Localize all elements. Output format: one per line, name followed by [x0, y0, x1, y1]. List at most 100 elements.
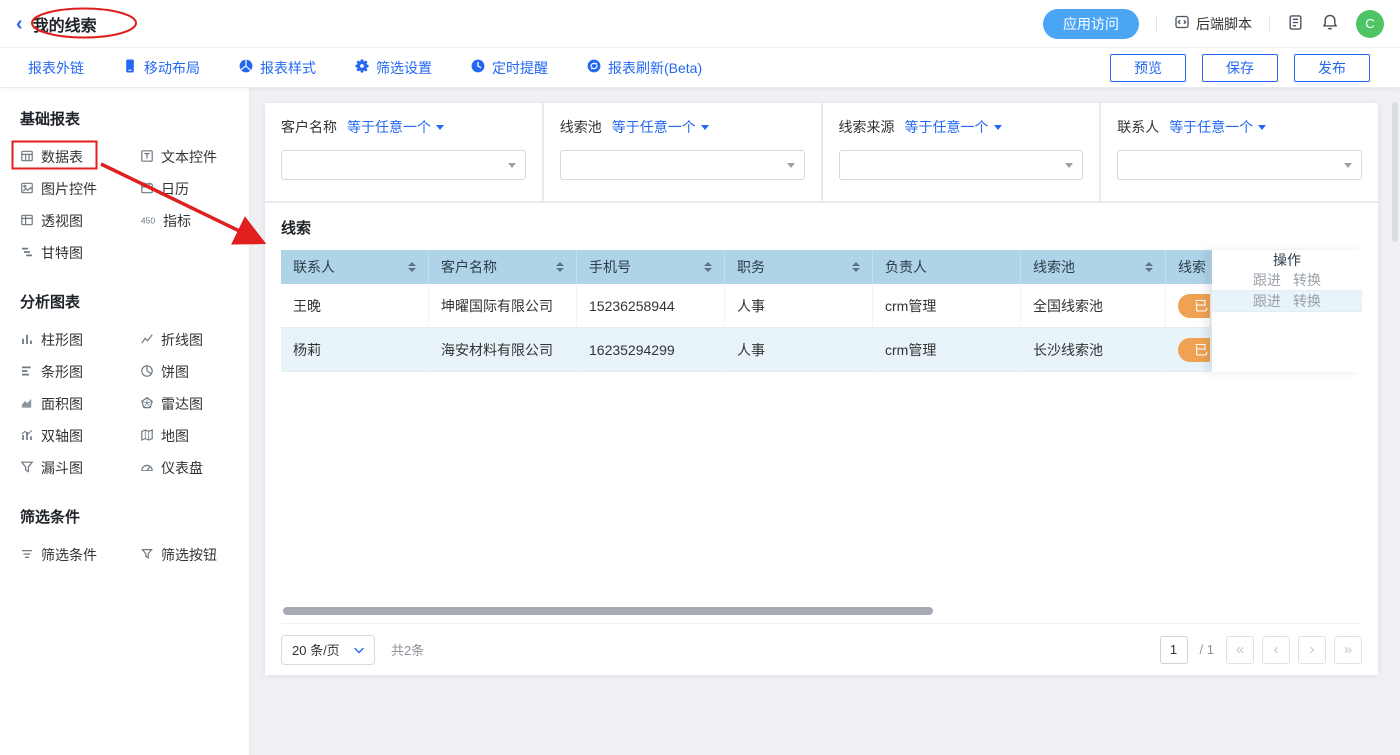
publish-button[interactable]: 发布	[1294, 54, 1370, 82]
toolbar-item-report-refresh[interactable]: 报表刷新(Beta)	[586, 58, 702, 78]
sidebar-section-analysis: 分析图表 柱形图 折线图 条形图 饼图	[20, 291, 249, 484]
filter-widget-lead-source[interactable]: 线索来源 等于任意一个	[823, 103, 1100, 201]
sidebar-item-pivot[interactable]: 透视图	[20, 205, 140, 237]
sidebar-item-label: 图片控件	[41, 179, 97, 199]
toolbar-item-timed-reminder[interactable]: 定时提醒	[470, 58, 548, 78]
page-size-select[interactable]: 20 条/页	[281, 635, 375, 665]
sidebar-item-label: 筛选按钮	[161, 545, 217, 565]
sidebar-item-area-chart[interactable]: 面积图	[20, 388, 140, 420]
notifications-button[interactable]	[1321, 13, 1339, 34]
sidebar-item-map[interactable]: 地图	[140, 420, 246, 452]
column-label: 线索池	[1033, 257, 1075, 277]
sidebar-item-label: 条形图	[41, 362, 83, 382]
column-header-phone[interactable]: 手机号	[577, 250, 725, 284]
page-input[interactable]: 1	[1160, 636, 1188, 664]
sort-icon[interactable]	[408, 262, 416, 272]
cell-actions: 跟进 转换	[1212, 270, 1362, 291]
sidebar-item-data-table[interactable]: 数据表	[20, 141, 140, 173]
avatar[interactable]: C	[1356, 10, 1384, 38]
sidebar-item-hbar-chart[interactable]: 条形图	[20, 356, 140, 388]
column-header-lead-pool[interactable]: 线索池	[1021, 250, 1166, 284]
column-header-customer[interactable]: 客户名称	[429, 250, 577, 284]
dual-axis-icon	[20, 428, 34, 445]
sidebar-item-funnel-chart[interactable]: 漏斗图	[20, 452, 140, 484]
app-access-button[interactable]: 应用访问	[1043, 9, 1139, 39]
sidebar-item-calendar[interactable]: 日历	[140, 173, 246, 205]
filter-value-select[interactable]	[1117, 150, 1362, 180]
sidebar-item-label: 筛选条件	[41, 545, 97, 565]
filter-condition-dropdown[interactable]: 等于任意一个	[905, 117, 1002, 137]
column-header-job-title[interactable]: 职务	[725, 250, 873, 284]
sidebar-item-line-chart[interactable]: 折线图	[140, 324, 246, 356]
filter-lines-icon	[20, 547, 34, 564]
preview-button[interactable]: 预览	[1110, 54, 1186, 82]
sidebar-item-filter-condition[interactable]: 筛选条件	[20, 539, 140, 571]
filter-funnel-icon	[140, 547, 154, 564]
column-label: 联系人	[293, 257, 335, 277]
filter-widget-lead-pool[interactable]: 线索池 等于任意一个	[544, 103, 821, 201]
leads-table-widget: 线索 联系人 客户名称	[265, 203, 1378, 675]
column-label: 负责人	[885, 257, 927, 277]
sidebar-item-gantt[interactable]: 甘特图	[20, 237, 140, 269]
sidebar-item-pie-chart[interactable]: 饼图	[140, 356, 246, 388]
table-row[interactable]: 王晚 坤曜国际有限公司 15236258944 人事 crm管理 全国线索池 已	[281, 284, 1212, 328]
status-badge: 已	[1178, 338, 1211, 362]
column-header-owner[interactable]: 负责人	[873, 250, 1021, 284]
filter-value-select[interactable]	[839, 150, 1084, 180]
follow-up-link[interactable]: 跟进	[1253, 270, 1281, 290]
column-header-contact[interactable]: 联系人	[281, 250, 429, 284]
backend-script-button[interactable]: 后端脚本	[1174, 14, 1252, 34]
column-label: 职务	[737, 257, 765, 277]
sidebar-item-label: 文本控件	[161, 147, 217, 167]
fixed-actions-column: 操作 跟进 转换 跟进 转换	[1212, 250, 1362, 372]
filter-condition-dropdown[interactable]: 等于任意一个	[612, 117, 709, 137]
next-page-button[interactable]: ›	[1298, 636, 1326, 664]
sidebar-item-image-widget[interactable]: 图片控件	[20, 173, 140, 205]
sidebar-item-label: 雷达图	[161, 394, 203, 414]
sidebar-item-filter-button[interactable]: 筛选按钮	[140, 539, 246, 571]
sort-icon[interactable]	[852, 262, 860, 272]
last-page-button[interactable]: »	[1334, 636, 1362, 664]
section-title: 基础报表	[20, 108, 249, 129]
sort-icon[interactable]	[704, 262, 712, 272]
cell-lead-status: 已	[1166, 284, 1211, 328]
sort-icon[interactable]	[556, 262, 564, 272]
sidebar-item-radar-chart[interactable]: 雷达图	[140, 388, 246, 420]
table-row[interactable]: 杨莉 海安材料有限公司 16235294299 人事 crm管理 长沙线索池 已	[281, 328, 1212, 372]
toolbar-item-mobile-layout[interactable]: 移动布局	[122, 58, 200, 78]
filter-condition-label: 等于任意一个	[347, 117, 431, 137]
filter-condition-dropdown[interactable]: 等于任意一个	[347, 117, 444, 137]
horizontal-scrollbar[interactable]	[283, 607, 933, 615]
filter-value-select[interactable]	[560, 150, 805, 180]
text-icon	[140, 149, 154, 166]
filter-widget-contact[interactable]: 联系人 等于任意一个	[1101, 103, 1378, 201]
funnel-icon	[20, 460, 34, 477]
sidebar-item-metric[interactable]: 450 指标	[140, 205, 246, 237]
column-header-lead-status[interactable]: 线索	[1166, 250, 1211, 284]
save-button[interactable]: 保存	[1202, 54, 1278, 82]
back-button[interactable]: ‹	[16, 14, 23, 34]
filter-widget-customer-name[interactable]: 客户名称 等于任意一个	[265, 103, 542, 201]
sidebar-item-label: 透视图	[41, 211, 83, 231]
sidebar-item-text-widget[interactable]: 文本控件	[140, 141, 246, 173]
prev-page-button[interactable]: ‹	[1262, 636, 1290, 664]
first-page-button[interactable]: «	[1226, 636, 1254, 664]
convert-link[interactable]: 转换	[1293, 291, 1321, 311]
filter-value-select[interactable]	[281, 150, 526, 180]
toolbar-item-report-style[interactable]: 报表样式	[238, 58, 316, 78]
cell-contact: 王晚	[281, 284, 429, 328]
sidebar-item-bar-chart[interactable]: 柱形图	[20, 324, 140, 356]
vertical-scrollbar[interactable]	[1392, 102, 1398, 242]
follow-up-link[interactable]: 跟进	[1253, 291, 1281, 311]
sidebar-item-gauge[interactable]: 仪表盘	[140, 452, 246, 484]
toolbar-item-filter-settings[interactable]: 筛选设置	[354, 58, 432, 78]
toolbar-item-report-link[interactable]: 报表外链	[28, 58, 84, 78]
cell-phone: 15236258944	[577, 284, 725, 328]
bell-icon	[1321, 13, 1339, 34]
filter-condition-label: 等于任意一个	[905, 117, 989, 137]
convert-link[interactable]: 转换	[1293, 270, 1321, 290]
sort-icon[interactable]	[1145, 262, 1153, 272]
filter-condition-dropdown[interactable]: 等于任意一个	[1169, 117, 1266, 137]
log-button[interactable]	[1287, 14, 1304, 34]
sidebar-item-dual-axis-chart[interactable]: 双轴图	[20, 420, 140, 452]
